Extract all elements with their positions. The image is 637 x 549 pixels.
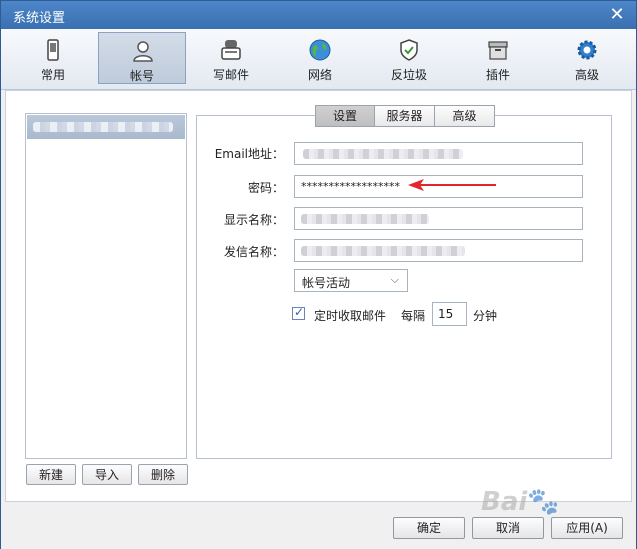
tab-general-label: 常用 [40,68,65,82]
phone-icon [47,39,59,61]
interval-unit: 分钟 [473,309,498,323]
chevron-down-icon: ⌵ [390,273,399,286]
user-icon [133,41,153,62]
sender-name-label: 发信名称： [223,245,284,259]
password-label: 密码： [247,181,284,195]
email-label: Email地址： [214,147,284,161]
tab-general[interactable]: 常用 [9,32,97,84]
settings-window: 系统设置 ✕ 常用 帐号 写邮件 网络 反垃圾 插件 高级 新建 导入 删除 设… [0,0,637,549]
tab-network[interactable]: 网络 [276,32,364,84]
display-name-label: 显示名称： [223,213,284,227]
redacted-email [303,149,463,159]
box-icon [488,41,508,60]
gear-icon [577,40,597,60]
baidu-watermark: Bai🐾 [481,487,560,517]
tab-advanced-label: 高级 [574,68,599,82]
tab-plugins[interactable]: 插件 [454,32,542,84]
title-bar[interactable]: 系统设置 ✕ [1,1,636,29]
toolbar: 常用 帐号 写邮件 网络 反垃圾 插件 高级 [1,29,636,90]
redacted-sender-name [301,246,465,256]
tab-compose[interactable]: 写邮件 [187,32,275,84]
sender-name-field[interactable] [294,239,583,262]
tab-plugins-label: 插件 [485,68,510,82]
display-name-field[interactable] [294,207,583,230]
interval-value: 15 [438,307,454,321]
tab-advanced[interactable]: 高级 [543,32,631,84]
tab-account[interactable]: 帐号 [98,32,186,84]
shield-icon [400,39,418,61]
new-account-button[interactable]: 新建 [26,464,76,485]
password-value: ****************** [301,180,400,193]
red-arrow-annotation [408,179,496,191]
globe-icon [309,39,331,61]
subtab-settings[interactable]: 设置 [315,105,375,127]
tab-antispam[interactable]: 反垃圾 [365,32,453,84]
interval-input[interactable]: 15 [432,302,467,326]
tab-antispam-label: 反垃圾 [390,68,427,82]
redacted-display-name [301,214,429,224]
window-title: 系统设置 [13,11,66,26]
tab-network-label: 网络 [307,68,332,82]
ok-button[interactable]: 确定 [393,517,465,539]
checkmark-icon: ✓ [294,305,305,319]
account-status-select[interactable]: 帐号活动 ⌵ [294,269,408,292]
subtab-server[interactable]: 服务器 [374,105,435,127]
account-list[interactable] [25,113,187,459]
delete-account-button[interactable]: 删除 [138,464,188,485]
list-item-account[interactable] [27,115,185,139]
tab-account-label: 帐号 [129,69,154,83]
tab-compose-label: 写邮件 [212,68,249,82]
subtab-advanced[interactable]: 高级 [434,105,495,127]
redacted-account-name [33,122,173,132]
compose-icon [221,40,241,60]
auto-receive-checkbox[interactable]: ✓ [292,305,305,320]
auto-receive-label: 定时收取邮件 [314,309,387,323]
interval-prefix: 每隔 [401,309,426,323]
apply-button[interactable]: 应用(A) [551,517,623,539]
close-icon[interactable]: ✕ [608,6,626,24]
cancel-button[interactable]: 取消 [472,517,544,539]
import-account-button[interactable]: 导入 [82,464,132,485]
account-status-value: 帐号活动 [302,276,351,290]
email-field[interactable] [294,142,583,165]
